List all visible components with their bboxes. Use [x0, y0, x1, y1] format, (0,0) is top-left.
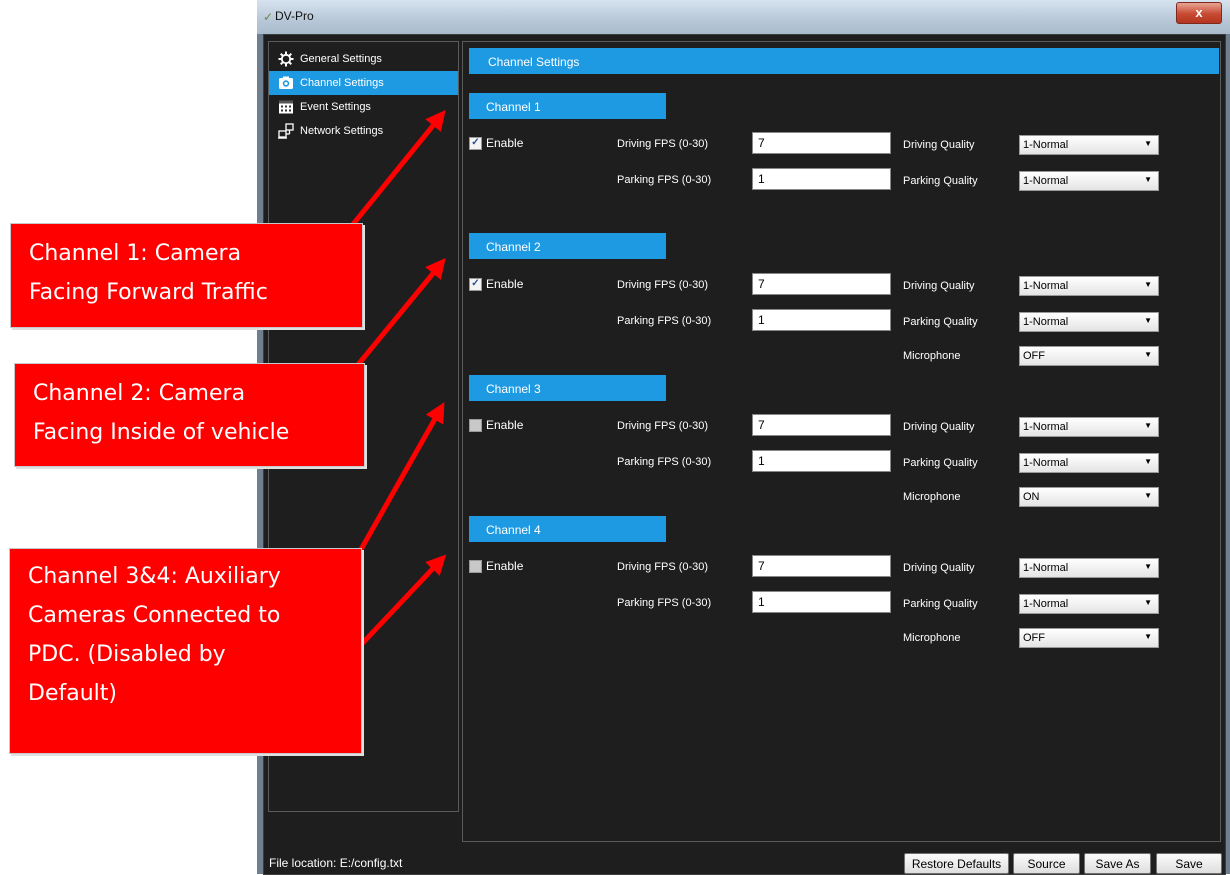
callout-line: Cameras Connected to	[28, 603, 281, 628]
callout-line: Default)	[28, 681, 117, 706]
callout-channel-3-4: Channel 3&4: Auxiliary Cameras Connected…	[9, 548, 362, 754]
callout-channel-1: Channel 1: Camera Facing Forward Traffic	[10, 223, 363, 328]
arrow-channel-4	[356, 554, 447, 650]
callout-line: Channel 1: Camera	[29, 241, 242, 266]
arrow-channel-1	[348, 110, 446, 230]
arrow-channel-2	[350, 258, 446, 374]
callout-line: PDC. (Disabled by	[28, 642, 226, 667]
callout-line: Channel 2: Camera	[33, 381, 246, 406]
callout-line: Facing Inside of vehicle	[33, 420, 290, 445]
arrow-channel-3	[352, 402, 445, 562]
callout-line: Facing Forward Traffic	[29, 280, 268, 305]
callout-line: Channel 3&4: Auxiliary	[28, 564, 281, 589]
callout-channel-2: Channel 2: Camera Facing Inside of vehic…	[14, 363, 365, 467]
